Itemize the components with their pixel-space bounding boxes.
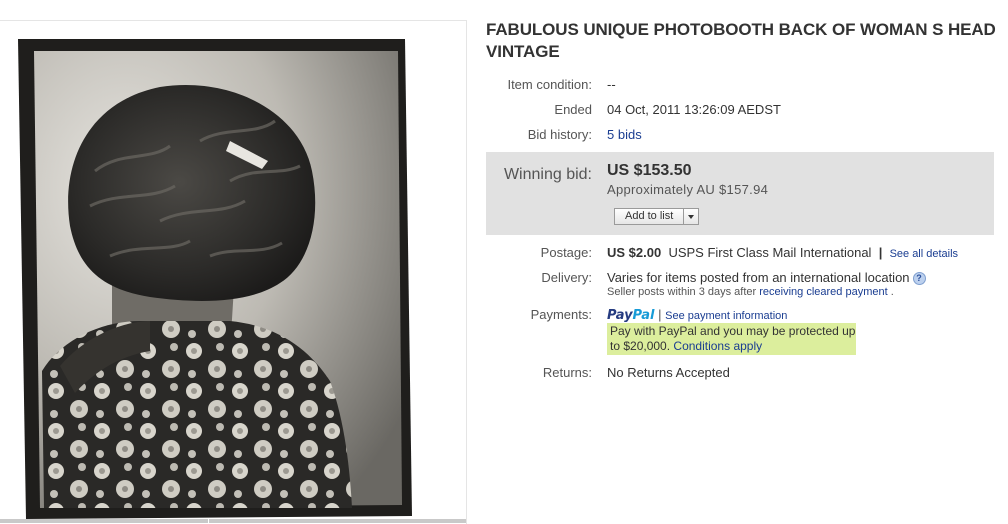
- bid-history-link[interactable]: 5 bids: [607, 127, 642, 142]
- add-to-list-label: Add to list: [625, 210, 674, 222]
- winning-bid-approx: Approximately AU $157.94: [607, 182, 769, 197]
- postage-service: USPS First Class Mail International: [668, 245, 872, 260]
- winning-bid-amount: US $153.50: [607, 162, 692, 179]
- product-photo[interactable]: [0, 21, 466, 521]
- postage-cost: US $2.00: [607, 245, 662, 260]
- delivery-row: Delivery: Varies for items posted from a…: [486, 270, 996, 302]
- payments-separator: |: [658, 307, 662, 322]
- listing-title: FABULOUS UNIQUE PHOTOBOOTH BACK OF WOMAN…: [486, 20, 996, 61]
- delivery-note-end: .: [890, 286, 894, 298]
- delivery-value: Varies for items posted from an internat…: [607, 270, 926, 285]
- delivery-note-text: Seller posts within 3 days after: [607, 286, 757, 298]
- delivery-text: Varies for items posted from an internat…: [607, 270, 910, 285]
- postage-row: Postage: US $2.00 USPS First Class Mail …: [486, 245, 996, 265]
- add-to-list-button[interactable]: Add to list: [614, 208, 699, 225]
- item-condition-row: Item condition: --: [486, 77, 996, 97]
- scrollbar-divider: [208, 519, 209, 523]
- product-image-panel[interactable]: [0, 20, 467, 524]
- item-condition-label: Item condition:: [507, 77, 592, 92]
- bid-history-row: Bid history: 5 bids: [486, 127, 996, 147]
- winning-bid-label: Winning bid:: [503, 166, 592, 183]
- conditions-apply-link[interactable]: Conditions apply: [673, 339, 762, 353]
- add-to-list-separator: [683, 209, 684, 224]
- returns-value: No Returns Accepted: [607, 365, 730, 380]
- payments-value: PayPal | See payment information: [607, 307, 787, 323]
- help-icon[interactable]: ?: [912, 272, 926, 285]
- ended-value: 04 Oct, 2011 13:26:09 AEDST: [607, 102, 781, 117]
- payments-label: Payments:: [530, 307, 592, 322]
- returns-label: Returns:: [542, 365, 592, 380]
- bid-history-label: Bid history:: [527, 127, 592, 142]
- delivery-note: Seller posts within 3 days after receivi…: [607, 286, 894, 298]
- postage-label: Postage:: [540, 245, 592, 260]
- postage-separator: |: [878, 245, 883, 260]
- thumbnail-scrollbar[interactable]: [0, 519, 466, 523]
- see-payment-info-link[interactable]: See payment information: [665, 310, 787, 322]
- winning-bid-box: Winning bid: US $153.50 Approximately AU…: [486, 152, 994, 235]
- ended-row: Ended 04 Oct, 2011 13:26:09 AEDST: [486, 102, 996, 122]
- item-condition-value: --: [607, 77, 616, 92]
- payments-row: Payments: PayPal | See payment informati…: [486, 307, 996, 357]
- ended-label: Ended: [554, 102, 592, 117]
- paypal-logo: PayPal: [607, 308, 655, 323]
- postage-value: US $2.00 USPS First Class Mail Internati…: [607, 245, 958, 260]
- returns-row: Returns: No Returns Accepted: [486, 365, 996, 385]
- paypal-protection-box: Pay with PayPal and you may be protected…: [607, 323, 856, 355]
- delivery-label: Delivery:: [541, 270, 592, 285]
- chevron-down-icon[interactable]: [688, 215, 694, 219]
- cleared-payment-link[interactable]: receiving cleared payment: [759, 286, 887, 298]
- see-all-details-link[interactable]: See all details: [890, 248, 959, 260]
